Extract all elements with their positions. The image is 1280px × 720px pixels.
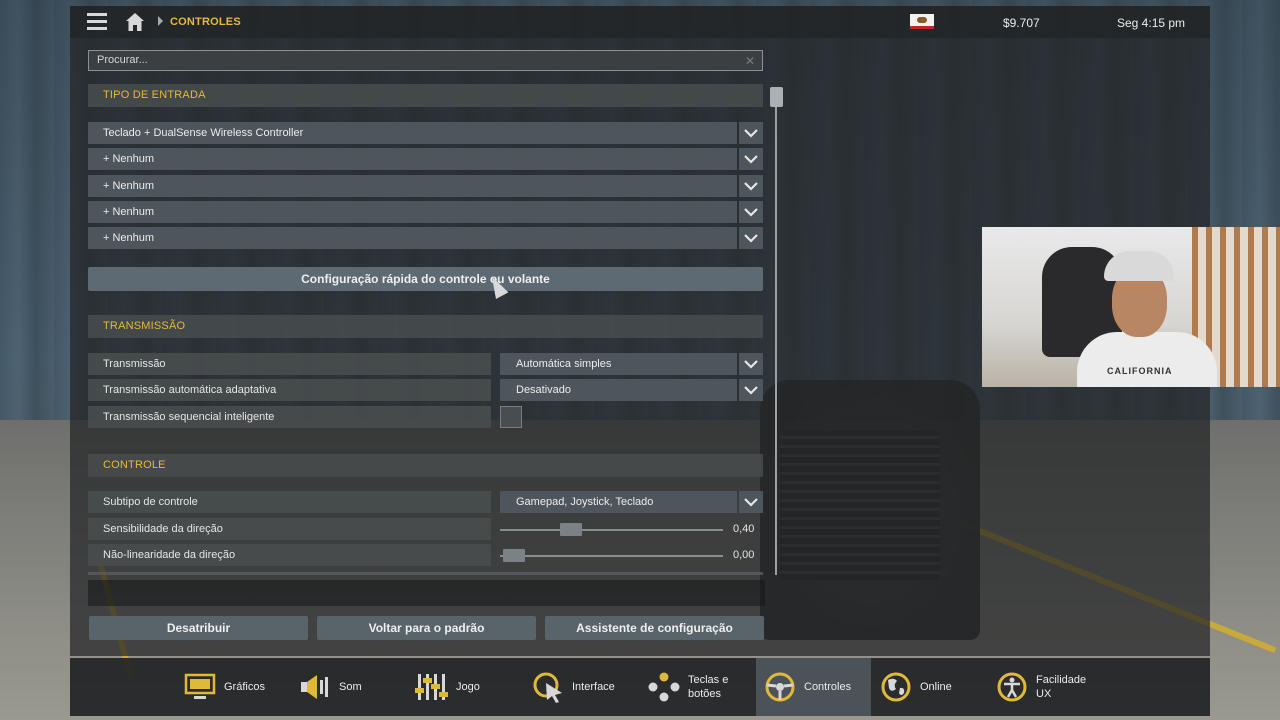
- top-bar: CONTROLES $9.707 Seg 4:15 pm: [70, 6, 1210, 38]
- slider-value: 0,40: [733, 523, 755, 535]
- input-device-dropdown[interactable]: + Nenhum: [88, 175, 737, 197]
- streamer-cap: [1104, 251, 1174, 281]
- nav-tab-controls[interactable]: Controles: [756, 658, 871, 716]
- setting-label: Sensibilidade da direção: [88, 518, 491, 540]
- input-device-dropdown[interactable]: Teclado + DualSense Wireless Controller: [88, 122, 737, 144]
- nav-tab-game[interactable]: Jogo: [405, 658, 515, 716]
- accessibility-icon: [997, 672, 1027, 702]
- nav-label-line2: botões: [688, 688, 722, 700]
- nav-label: Som: [339, 681, 362, 693]
- nav-label-line1: Teclas e: [688, 674, 729, 686]
- chevron-down-icon[interactable]: [739, 227, 763, 249]
- smart-sequential-checkbox[interactable]: [500, 406, 522, 428]
- money-display: $9.707: [1003, 16, 1040, 30]
- nav-label: Online: [920, 681, 952, 693]
- nav-tab-ux-ease[interactable]: Facilidade UX: [988, 658, 1103, 716]
- scrollbar-track[interactable]: [775, 87, 777, 575]
- buttons-icon: [648, 672, 680, 702]
- nav-tab-sound[interactable]: Som: [290, 658, 390, 716]
- section-header-control: CONTROLE: [88, 454, 763, 477]
- section-header-transmission: TRANSMISSÃO: [88, 315, 763, 338]
- nav-tab-keys-buttons[interactable]: Teclas e botões: [640, 658, 752, 716]
- control-subtype-dropdown[interactable]: Gamepad, Joystick, Teclado: [500, 491, 737, 513]
- breadcrumb: CONTROLES: [170, 16, 241, 28]
- nav-tab-graphics[interactable]: Gráficos: [175, 658, 280, 716]
- chevron-down-icon[interactable]: [739, 175, 763, 197]
- game-clock: Seg 4:15 pm: [1117, 16, 1186, 30]
- shirt-text: CALIFORNIA: [1107, 366, 1173, 376]
- unassign-button[interactable]: Desatribuir: [89, 616, 308, 640]
- chevron-down-icon[interactable]: [739, 379, 763, 401]
- setting-label: Transmissão automática adaptativa: [88, 379, 491, 401]
- chevron-down-icon[interactable]: [739, 353, 763, 375]
- slider-handle[interactable]: [560, 523, 583, 536]
- section-header-input-type: TIPO DE ENTRADA: [88, 84, 763, 107]
- nav-label-line2: UX: [1036, 688, 1052, 700]
- adaptive-transmission-dropdown[interactable]: Desativado: [500, 379, 737, 401]
- quick-setup-button[interactable]: Configuração rápida do controle ou volan…: [88, 267, 763, 291]
- speaker-icon: [301, 675, 328, 699]
- hamburger-menu-icon[interactable]: [87, 13, 107, 31]
- input-device-dropdown[interactable]: + Nenhum: [88, 148, 737, 170]
- partial-row: [88, 572, 763, 575]
- reset-default-button[interactable]: Voltar para o padrão: [317, 616, 536, 640]
- search-input[interactable]: Procurar...: [88, 50, 763, 71]
- breadcrumb-chevron-icon: [158, 16, 163, 26]
- steering-sensitivity-slider[interactable]: [500, 529, 723, 531]
- setting-label: Transmissão sequencial inteligente: [88, 406, 491, 428]
- home-icon[interactable]: [125, 12, 145, 32]
- input-device-dropdown[interactable]: + Nenhum: [88, 201, 737, 223]
- monitor-icon: [184, 673, 216, 699]
- nav-tab-online[interactable]: Online: [872, 658, 982, 716]
- setting-label: Transmissão: [88, 353, 491, 375]
- slider-handle[interactable]: [503, 549, 525, 562]
- setting-label: Subtipo de controle: [88, 491, 491, 513]
- nav-label: Interface: [572, 681, 615, 693]
- nav-label: Controles: [804, 681, 852, 693]
- nav-label: Jogo: [456, 681, 480, 693]
- transmission-dropdown[interactable]: Automática simples: [500, 353, 737, 375]
- input-device-dropdown[interactable]: + Nenhum: [88, 227, 737, 249]
- slider-value: 0,00: [733, 549, 755, 561]
- sliders-icon: [415, 674, 448, 700]
- chevron-down-icon[interactable]: [739, 491, 763, 513]
- chevron-down-icon[interactable]: [739, 201, 763, 223]
- globe-icon: [881, 672, 911, 702]
- webcam-overlay: CALIFORNIA: [982, 227, 1280, 387]
- setup-wizard-button[interactable]: Assistente de configuração: [545, 616, 764, 640]
- clear-search-icon[interactable]: ✕: [745, 54, 755, 68]
- chevron-down-icon[interactable]: [739, 148, 763, 170]
- chevron-down-icon[interactable]: [739, 122, 763, 144]
- scrollbar-thumb[interactable]: [770, 87, 783, 107]
- setting-label: Não-linearidade da direção: [88, 544, 491, 566]
- streamer-body: [1077, 332, 1217, 387]
- nav-label: Gráficos: [224, 681, 265, 693]
- pointer-icon: [533, 672, 562, 703]
- steering-nonlinearity-slider[interactable]: [500, 555, 723, 557]
- steering-wheel-icon: [765, 672, 795, 702]
- nav-tab-interface[interactable]: Interface: [525, 658, 635, 716]
- state-flag-icon: [910, 14, 934, 29]
- footer-strip: [88, 580, 765, 606]
- nav-label-line1: Facilidade: [1036, 674, 1087, 686]
